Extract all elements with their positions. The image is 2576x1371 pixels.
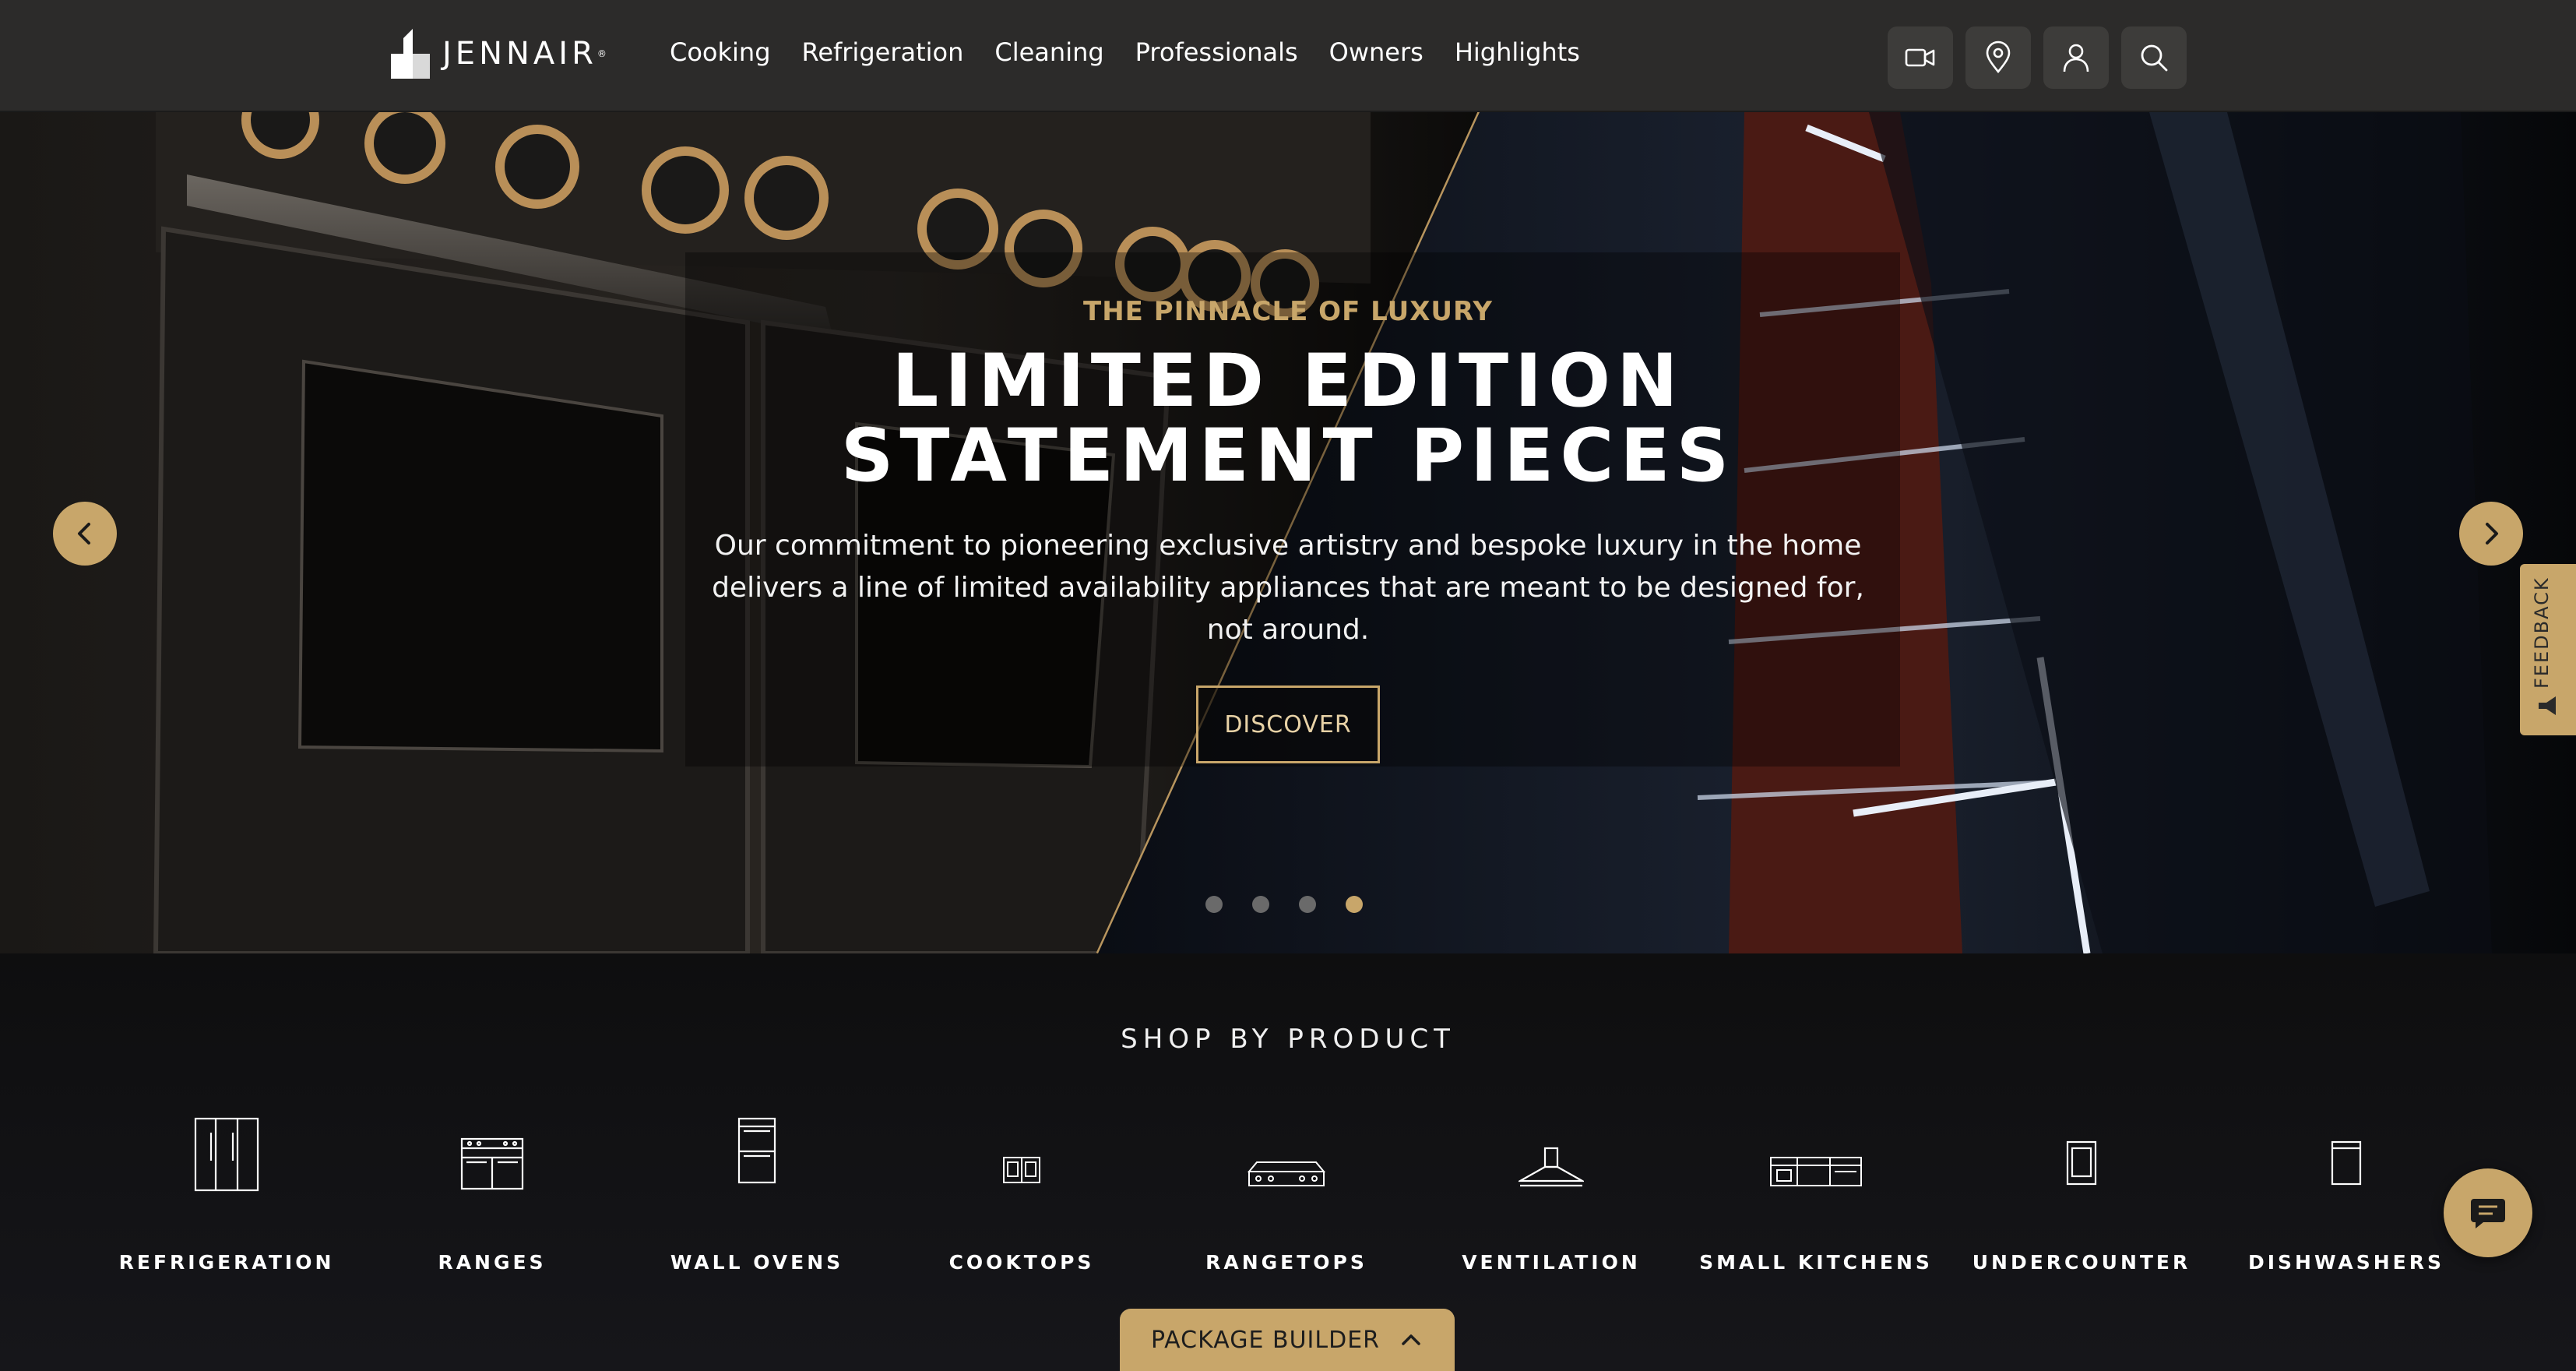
nav-cleaning[interactable]: Cleaning [994, 37, 1103, 67]
logo-mark-icon [391, 29, 430, 79]
category-label: WALL OVENS [670, 1251, 844, 1274]
nav-refrigeration[interactable]: Refrigeration [802, 37, 964, 67]
nav-highlights[interactable]: Highlights [1455, 37, 1580, 67]
carousel-dot[interactable] [1299, 896, 1316, 913]
carousel-dot[interactable] [1205, 896, 1223, 913]
store-locator-button[interactable] [1965, 26, 2031, 89]
hero-headline-line-2: STATEMENT PIECES [840, 414, 1736, 499]
category-label: COOKTOPS [948, 1251, 1095, 1274]
hero-carousel: THE PINNACLE OF LUXURY LIMITED EDITION S… [0, 112, 2576, 953]
chevron-left-icon [78, 523, 90, 545]
hero-eyebrow: THE PINNACLE OF LUXURY [1083, 296, 1493, 327]
range-icon [460, 1137, 524, 1190]
nav-owners[interactable]: Owners [1329, 37, 1423, 67]
megaphone-icon [2539, 696, 2556, 715]
carousel-dots [1205, 896, 1392, 913]
category-label: SMALL KITCHENS [1699, 1251, 1933, 1274]
category-label: UNDERCOUNTER [1972, 1251, 2191, 1274]
carousel-prev-button[interactable] [53, 502, 117, 566]
category-label: RANGES [438, 1251, 547, 1274]
header-utility-icons [1888, 26, 2199, 89]
carousel-next-button[interactable] [2459, 502, 2523, 566]
small-kitchen-icon [1770, 1157, 1862, 1186]
video-button[interactable] [1888, 26, 1953, 89]
video-camera-icon [1905, 48, 1935, 67]
brand-logo[interactable]: JENNAIR ® [389, 26, 607, 81]
main-nav: Cooking Refrigeration Cleaning Professio… [670, 37, 1611, 67]
range-hood-icon [1519, 1147, 1584, 1187]
hero-subcopy: Our commitment to pioneering exclusive a… [712, 530, 1864, 646]
carousel-dot-active[interactable] [1346, 896, 1363, 913]
search-icon [2141, 44, 2168, 72]
refrigerator-icon [194, 1117, 259, 1192]
search-button[interactable] [2121, 26, 2187, 89]
chat-bubble-icon [2471, 1199, 2505, 1228]
package-builder-tab[interactable]: PACKAGE BUILDER [1120, 1309, 1455, 1371]
carousel-dot[interactable] [1252, 896, 1269, 913]
account-button[interactable] [2043, 26, 2109, 89]
hero-headline-line-1: LIMITED EDITION [892, 339, 1684, 424]
chevron-up-icon [1402, 1334, 1420, 1345]
feedback-label: FEEDBACK [2531, 576, 2553, 689]
cooktop-icon [1003, 1157, 1040, 1183]
undercounter-icon [2066, 1140, 2097, 1186]
nav-cooking[interactable]: Cooking [670, 37, 771, 67]
shop-section-title: SHOP BY PRODUCT [1121, 1024, 1455, 1055]
brand-wordmark: JENNAIR [442, 36, 597, 72]
chat-button[interactable] [2444, 1168, 2532, 1257]
category-label: DISHWASHERS [2247, 1251, 2445, 1274]
chevron-right-icon [2486, 523, 2498, 545]
category-label: RANGETOPS [1205, 1251, 1367, 1274]
location-pin-icon [1986, 41, 2011, 74]
dishwasher-icon [2331, 1140, 2362, 1186]
discover-button[interactable]: DISCOVER [1196, 686, 1380, 763]
category-label: REFRIGERATION [118, 1251, 335, 1274]
package-builder-label: PACKAGE BUILDER [1151, 1326, 1380, 1354]
wall-oven-icon [737, 1117, 776, 1184]
trademark-mark: ® [596, 48, 607, 59]
nav-professionals[interactable]: Professionals [1135, 37, 1298, 67]
category-label: VENTILATION [1462, 1251, 1641, 1274]
user-icon [2063, 44, 2089, 72]
site-header: JENNAIR ® Cooking Refrigeration Cleaning … [0, 0, 2576, 112]
rangetop-icon [1248, 1161, 1325, 1186]
hero-headline: LIMITED EDITION STATEMENT PIECES [509, 344, 2067, 494]
feedback-tab[interactable]: FEEDBACK [2520, 564, 2576, 735]
